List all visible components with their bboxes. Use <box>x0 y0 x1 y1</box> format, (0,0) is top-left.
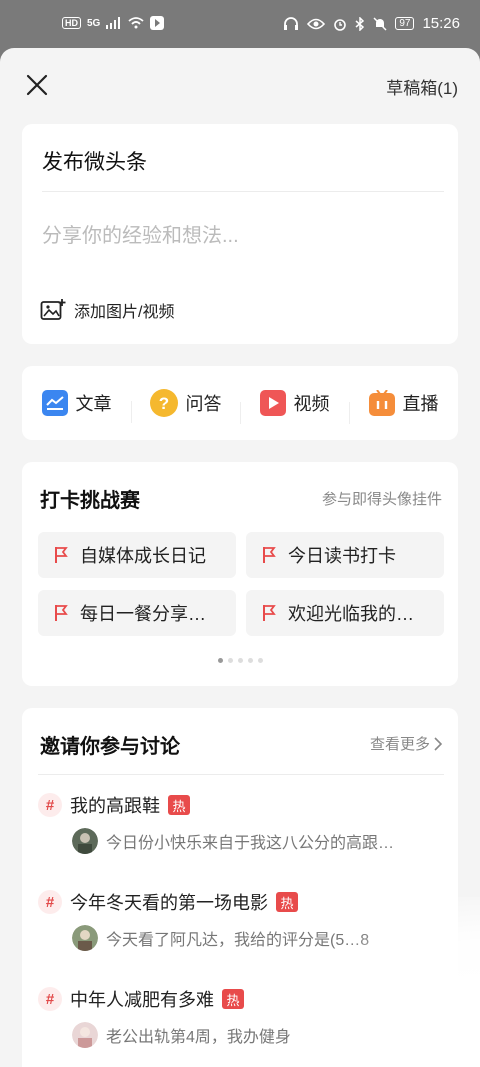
top-bar: 草稿箱(1) <box>0 48 480 124</box>
type-qa-button[interactable]: ? 问答 <box>131 389 240 423</box>
type-label: 问答 <box>185 394 222 414</box>
divider <box>42 191 444 192</box>
page-indicator <box>22 658 458 663</box>
bluetooth-icon <box>355 16 365 31</box>
see-more-label: 查看更多 <box>369 736 430 753</box>
alarm-icon <box>334 18 347 31</box>
hot-badge: 热 <box>276 892 298 912</box>
see-more-button[interactable]: 查看更多 <box>370 733 442 754</box>
challenge-item[interactable]: 每日一餐分享… <box>38 590 236 636</box>
headphones-icon <box>284 16 299 30</box>
type-label: 文章 <box>75 394 112 414</box>
page-dot <box>247 658 253 663</box>
avatar <box>72 1022 98 1048</box>
compose-title: 发布微头条 <box>42 151 147 174</box>
topic-excerpt: 今日份小快乐来自于我这八公分的高跟… <box>106 835 395 852</box>
wifi-icon <box>128 17 144 29</box>
hd-indicator: HD <box>62 17 81 29</box>
live-tv-icon <box>368 390 395 416</box>
hashtag-icon: # <box>38 890 62 914</box>
hot-badge: 热 <box>222 989 244 1009</box>
page-dot <box>237 658 243 663</box>
app-notification-icon <box>150 16 165 30</box>
challenge-title: 打卡挑战赛 <box>40 490 140 512</box>
page-dot <box>257 658 263 663</box>
challenge-card: 打卡挑战赛 参与即得头像挂件 自媒体成长日记 今日读书打卡 每日一餐分享… 欢迎… <box>22 462 458 686</box>
publish-sheet: 草稿箱(1) 发布微头条 分享你的经验和想法... 添加图片/视频 文章 ? 问… <box>0 48 480 1067</box>
compose-card: 发布微头条 分享你的经验和想法... 添加图片/视频 <box>22 124 458 344</box>
flag-icon <box>55 605 68 621</box>
add-media-button[interactable]: 添加图片/视频 <box>40 298 174 322</box>
close-icon[interactable] <box>24 72 50 98</box>
challenge-label: 欢迎光临我的… <box>288 604 414 624</box>
svg-text:?: ? <box>158 394 168 413</box>
challenge-label: 自媒体成长日记 <box>80 546 206 566</box>
post-type-bar: 文章 ? 问答 视频 直播 <box>22 366 458 440</box>
hot-badge: 热 <box>168 795 190 815</box>
video-play-icon <box>259 390 286 416</box>
challenge-subtitle[interactable]: 参与即得头像挂件 <box>322 488 442 509</box>
challenge-item[interactable]: 今日读书打卡 <box>246 532 444 578</box>
flag-icon <box>55 547 68 563</box>
flag-icon <box>263 605 276 621</box>
discussion-title: 邀请你参与讨论 <box>40 736 180 758</box>
topic-row[interactable]: # 我的高跟鞋 热 今日份小快乐来自于我这八公分的高跟… <box>38 792 446 872</box>
challenge-label: 今日读书打卡 <box>288 546 396 566</box>
hashtag-icon: # <box>38 793 62 817</box>
page-dot <box>217 658 223 663</box>
question-icon: ? <box>149 389 178 417</box>
topic-title: 我的高跟鞋 <box>70 796 160 816</box>
challenge-label: 每日一餐分享… <box>80 604 206 624</box>
mute-bell-icon <box>373 16 387 31</box>
battery-level: 97 <box>395 17 415 30</box>
type-label: 视频 <box>293 394 330 414</box>
add-media-label: 添加图片/视频 <box>74 304 175 321</box>
type-video-button[interactable]: 视频 <box>240 390 349 424</box>
status-bar: HD 5G 97 15:26 <box>0 0 480 48</box>
add-image-icon <box>40 299 66 320</box>
challenge-item[interactable]: 欢迎光临我的… <box>246 590 444 636</box>
clock: 15:26 <box>422 15 460 32</box>
signal-icon <box>106 17 121 29</box>
corner-fade <box>310 897 480 1067</box>
article-icon <box>41 390 68 416</box>
chevron-right-icon <box>434 736 442 751</box>
network-indicator: 5G <box>87 17 101 29</box>
type-article-button[interactable]: 文章 <box>22 390 131 416</box>
flag-icon <box>263 547 276 563</box>
type-live-button[interactable]: 直播 <box>349 390 458 424</box>
challenge-item[interactable]: 自媒体成长日记 <box>38 532 236 578</box>
drafts-button[interactable]: 草稿箱(1) <box>386 74 458 99</box>
type-label: 直播 <box>402 394 439 414</box>
page-dot <box>227 658 233 663</box>
divider <box>38 774 444 775</box>
eye-icon <box>307 18 326 29</box>
hashtag-icon: # <box>38 987 62 1011</box>
watermark <box>345 1019 395 1045</box>
topic-title: 中年人减肥有多难 <box>70 990 214 1010</box>
avatar <box>72 828 98 854</box>
compose-input[interactable]: 分享你的经验和想法... <box>42 219 239 248</box>
topic-excerpt: 老公出轨第4周，我办健身 <box>106 1029 291 1046</box>
topic-title: 今年冬天看的第一场电影 <box>70 893 268 913</box>
avatar <box>72 925 98 951</box>
